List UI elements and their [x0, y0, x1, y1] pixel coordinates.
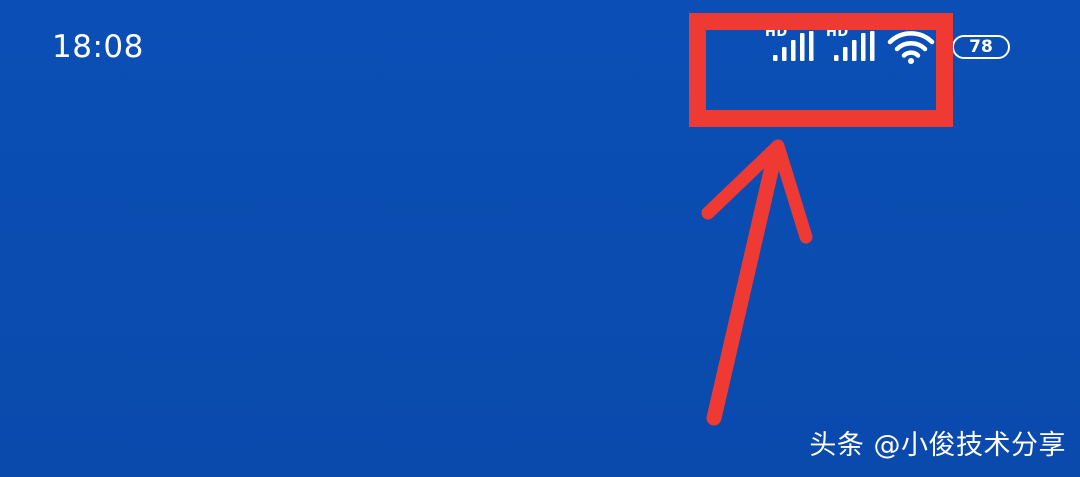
- red-highlight-box: [689, 13, 953, 127]
- watermark-text: 头条 @小俊技术分享: [809, 430, 1066, 461]
- battery-level: 78: [969, 37, 993, 57]
- phone-screen: 18:08 HD HD 78 头条 @小俊技术分享: [0, 0, 1080, 477]
- battery-icon: 78: [952, 35, 1010, 59]
- status-clock: 18:08: [52, 29, 144, 65]
